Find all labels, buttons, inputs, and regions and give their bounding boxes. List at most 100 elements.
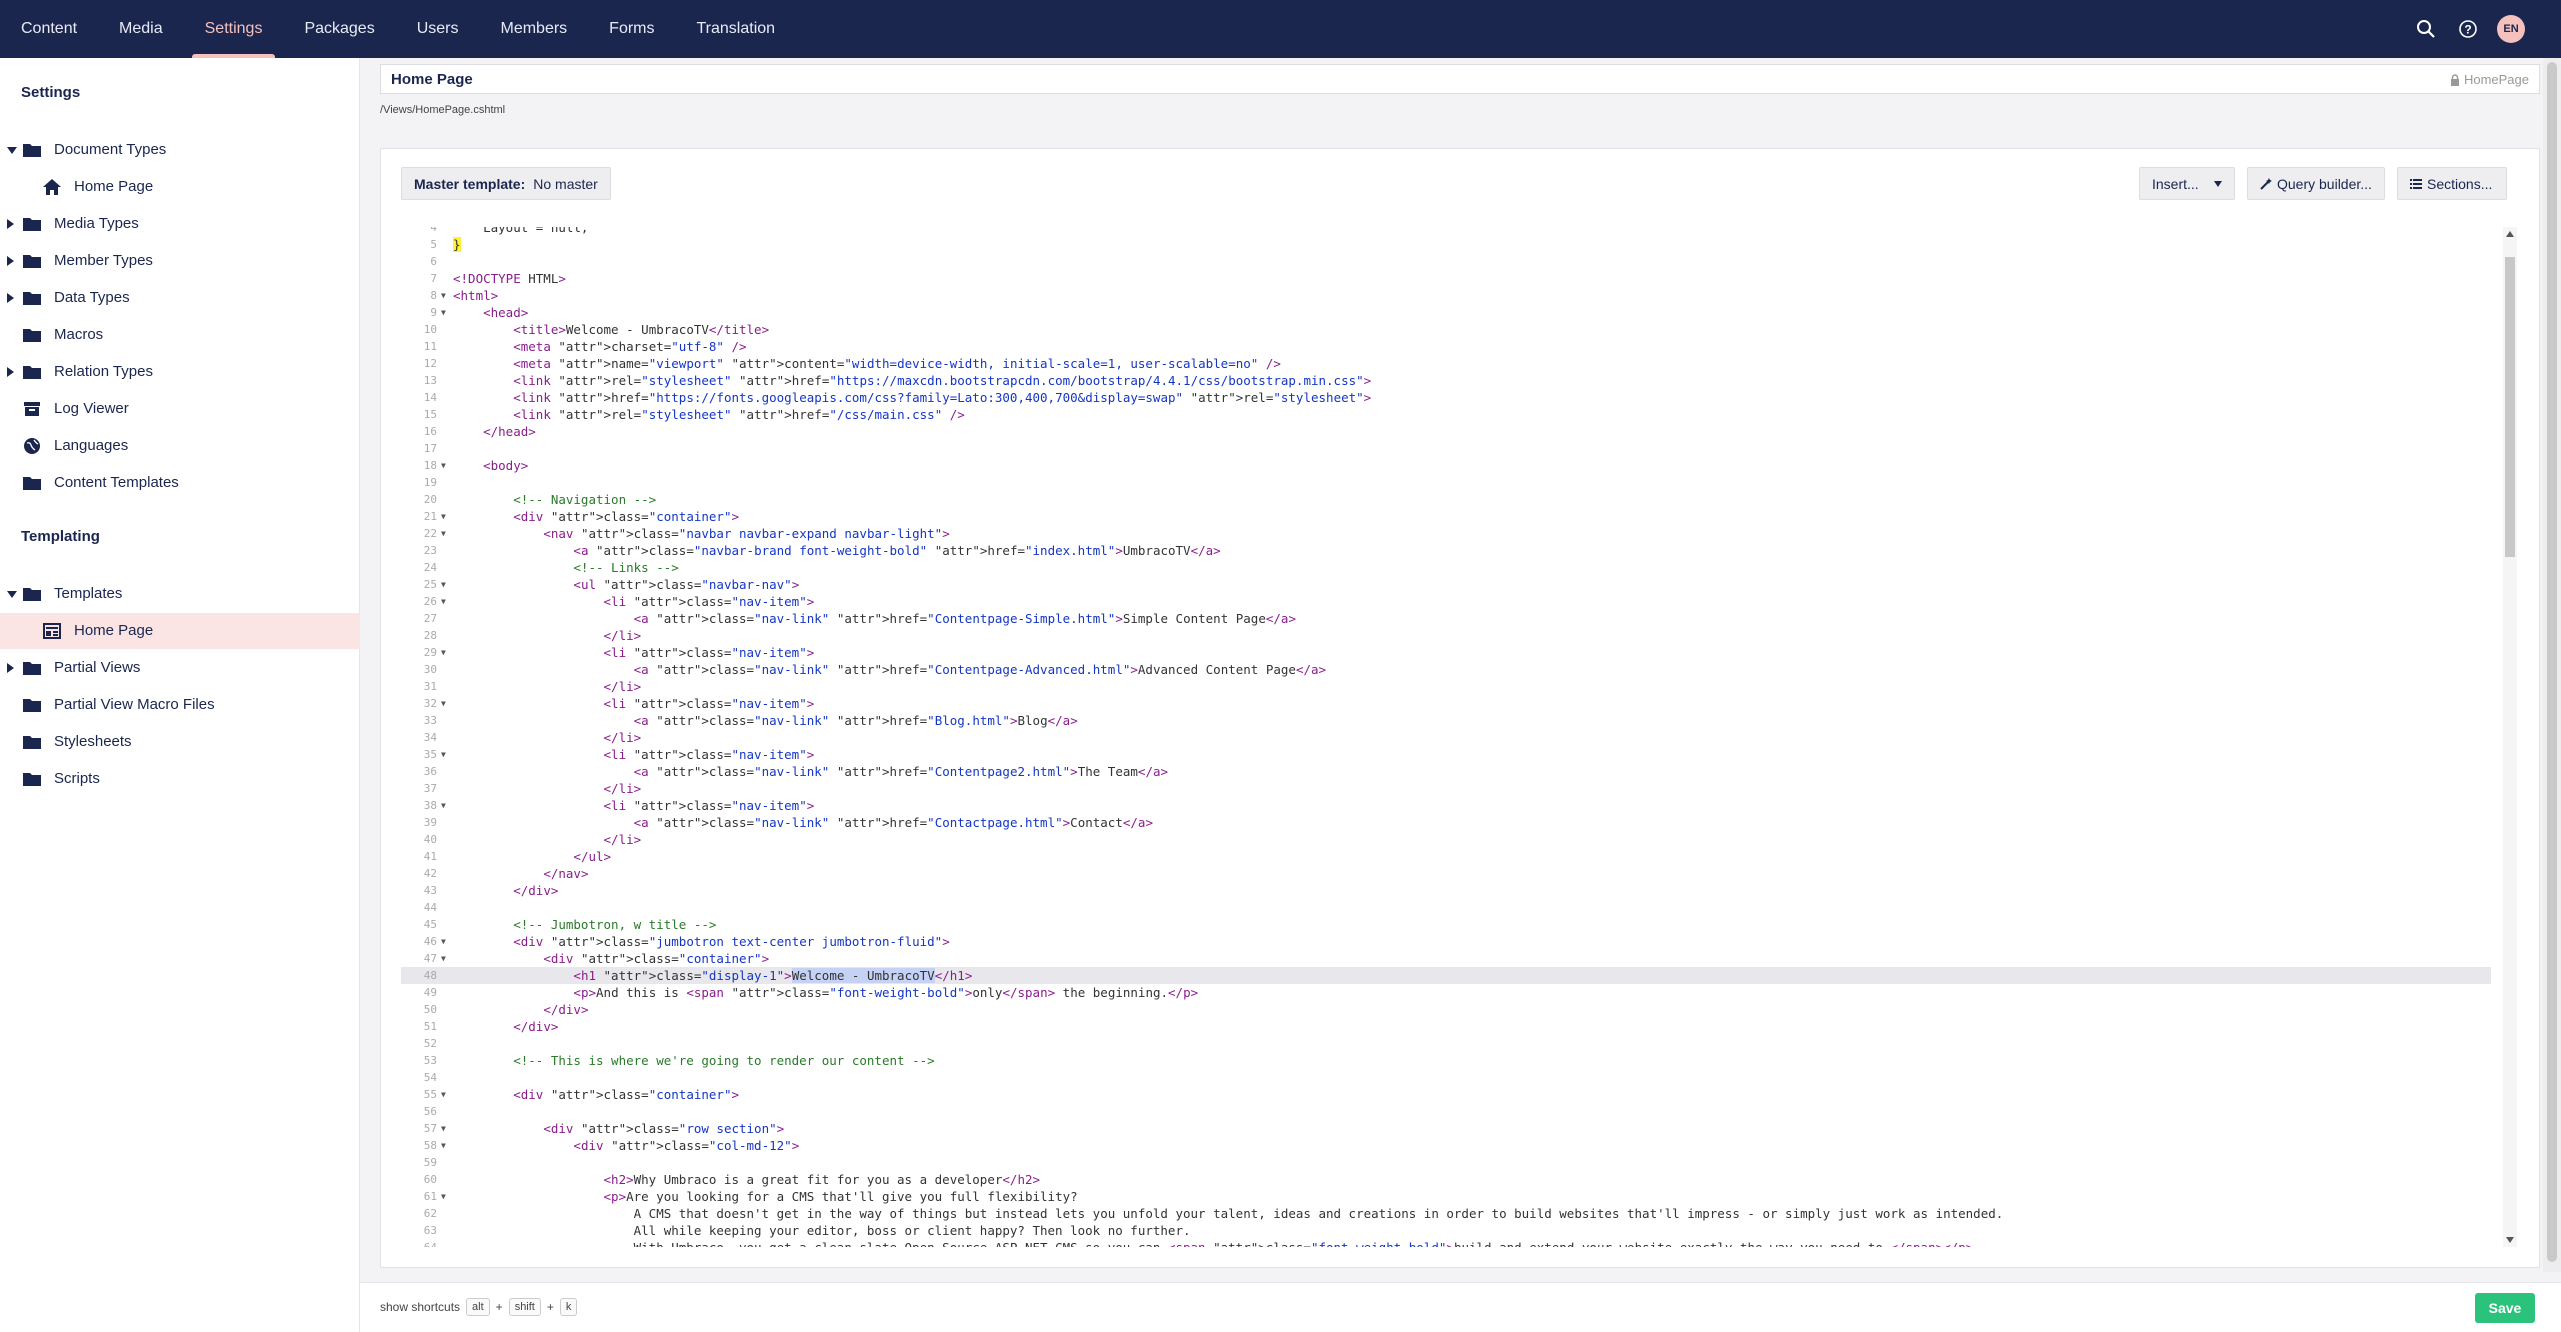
code-line[interactable]: 59 xyxy=(401,1154,2491,1171)
scroll-down-icon[interactable] xyxy=(2506,1237,2514,1243)
code-line[interactable]: 26 ▼ <li "attr">class="nav-item"> xyxy=(401,593,2491,610)
avatar[interactable]: EN xyxy=(2497,15,2525,43)
code-line[interactable]: 17 xyxy=(401,440,2491,457)
expand-caret-icon[interactable] xyxy=(7,219,14,229)
save-button[interactable]: Save xyxy=(2475,1293,2535,1323)
code-editor[interactable]: 64 With Umbraco, you get a clean slate O… xyxy=(401,227,2517,1247)
sidebar-item-templates[interactable]: Templates xyxy=(0,576,360,612)
expand-caret-icon[interactable] xyxy=(7,147,17,154)
code-line[interactable]: 10 <title>Welcome - UmbracoTV</title> xyxy=(401,321,2491,338)
insert-button[interactable]: Insert... xyxy=(2139,167,2235,200)
fold-toggle-icon[interactable]: ▼ xyxy=(441,1120,446,1137)
code-line[interactable]: 63 All while keeping your editor, boss o… xyxy=(401,1222,2491,1239)
code-line[interactable]: 40 </li> xyxy=(401,831,2491,848)
code-line[interactable]: 24 <!-- Links --> xyxy=(401,559,2491,576)
code-scrollbar-thumb[interactable] xyxy=(2505,257,2515,557)
code-line[interactable]: 46 ▼ <div "attr">class="jumbotron text-ce… xyxy=(401,933,2491,950)
master-template-button[interactable]: Master template: No master xyxy=(401,167,611,200)
code-line[interactable]: 31 </li> xyxy=(401,678,2491,695)
code-line[interactable]: 42 </nav> xyxy=(401,865,2491,882)
code-line[interactable]: 8 ▼ <html> xyxy=(401,287,2491,304)
code-line[interactable]: 38 ▼ <li "attr">class="nav-item"> xyxy=(401,797,2491,814)
code-line[interactable]: 23 <a "attr">class="navbar-brand font-we… xyxy=(401,542,2491,559)
code-line[interactable]: 64 With Umbraco, you get a clean slate O… xyxy=(401,1239,2491,1247)
sidebar-item-member-types[interactable]: Member Types xyxy=(0,243,360,279)
page-scrollbar-thumb[interactable] xyxy=(2547,62,2557,1262)
code-line[interactable]: 27 <a "attr">class="nav-link" "attr">hre… xyxy=(401,610,2491,627)
search-icon[interactable] xyxy=(2413,16,2439,42)
code-line[interactable]: 48 <h1 "attr">class="display-1">Welcome … xyxy=(401,967,2491,984)
code-line[interactable]: 39 <a "attr">class="nav-link" "attr">hre… xyxy=(401,814,2491,831)
code-scrollbar[interactable] xyxy=(2503,227,2517,1247)
sidebar-item-home-page-doctype[interactable]: Home Page xyxy=(0,169,360,205)
sidebar-item-scripts[interactable]: Scripts xyxy=(0,761,360,797)
code-line[interactable]: 20 <!-- Navigation --> xyxy=(401,491,2491,508)
code-line[interactable]: 57 ▼ <div "attr">class="row section"> xyxy=(401,1120,2491,1137)
code-line[interactable]: 15 <link "attr">rel="stylesheet" "attr">… xyxy=(401,406,2491,423)
fold-toggle-icon[interactable]: ▼ xyxy=(441,287,446,304)
fold-toggle-icon[interactable]: ▼ xyxy=(441,304,446,321)
sidebar-item-stylesheets[interactable]: Stylesheets xyxy=(0,724,360,760)
sidebar-item-macros[interactable]: Macros xyxy=(0,317,360,353)
code-line[interactable]: 12 <meta "attr">name="viewport" "attr">c… xyxy=(401,355,2491,372)
fold-toggle-icon[interactable]: ▼ xyxy=(441,576,446,593)
code-line[interactable]: 44 xyxy=(401,899,2491,916)
fold-toggle-icon[interactable]: ▼ xyxy=(441,508,446,525)
fold-toggle-icon[interactable]: ▼ xyxy=(441,1188,446,1205)
code-line[interactable]: 19 xyxy=(401,474,2491,491)
code-line[interactable]: 53 <!-- This is where we're going to ren… xyxy=(401,1052,2491,1069)
scroll-up-icon[interactable] xyxy=(2506,231,2514,237)
sidebar-item-home-page-template[interactable]: Home Page xyxy=(0,613,360,649)
code-line[interactable]: 49 <p>And this is <span "attr">class="fo… xyxy=(401,984,2491,1001)
code-line[interactable]: 29 ▼ <li "attr">class="nav-item"> xyxy=(401,644,2491,661)
nav-media[interactable]: Media xyxy=(98,0,184,58)
code-line[interactable]: 62 A CMS that doesn't get in the way of … xyxy=(401,1205,2491,1222)
code-line[interactable]: 14 <link "attr">href="https://fonts.goog… xyxy=(401,389,2491,406)
fold-toggle-icon[interactable]: ▼ xyxy=(441,1086,446,1103)
shortcuts-hint[interactable]: show shortcuts alt + shift + k xyxy=(380,1298,578,1316)
sidebar-item-log-viewer[interactable]: Log Viewer xyxy=(0,391,360,427)
expand-caret-icon[interactable] xyxy=(7,256,14,266)
code-line[interactable]: 37 </li> xyxy=(401,780,2491,797)
code-line[interactable]: 6 xyxy=(401,253,2491,270)
nav-forms[interactable]: Forms xyxy=(588,0,675,58)
code-line[interactable]: 13 <link "attr">rel="stylesheet" "attr">… xyxy=(401,372,2491,389)
sections-button[interactable]: Sections... xyxy=(2397,167,2507,200)
code-line[interactable]: 22 ▼ <nav "attr">class="navbar navbar-exp… xyxy=(401,525,2491,542)
code-line[interactable]: 47 ▼ <div "attr">class="container"> xyxy=(401,950,2491,967)
code-line[interactable]: 58 ▼ <div "attr">class="col-md-12"> xyxy=(401,1137,2491,1154)
code-line[interactable]: 54 xyxy=(401,1069,2491,1086)
expand-caret-icon[interactable] xyxy=(7,367,14,377)
sidebar-item-content-templates[interactable]: Content Templates xyxy=(0,465,360,501)
code-line[interactable]: 41 </ul> xyxy=(401,848,2491,865)
expand-caret-icon[interactable] xyxy=(7,663,14,673)
fold-toggle-icon[interactable]: ▼ xyxy=(441,644,446,661)
alias-field[interactable]: HomePage xyxy=(2450,72,2529,87)
code-line[interactable]: 35 ▼ <li "attr">class="nav-item"> xyxy=(401,746,2491,763)
page-scrollbar[interactable] xyxy=(2543,58,2561,1272)
query-builder-button[interactable]: Query builder... xyxy=(2247,167,2385,200)
code-line[interactable]: 51 </div> xyxy=(401,1018,2491,1035)
nav-members[interactable]: Members xyxy=(479,0,588,58)
sidebar-item-partial-views[interactable]: Partial Views xyxy=(0,650,360,686)
nav-packages[interactable]: Packages xyxy=(283,0,395,58)
code-line[interactable]: 52 xyxy=(401,1035,2491,1052)
sidebar-item-languages[interactable]: Languages xyxy=(0,428,360,464)
code-line[interactable]: 45 <!-- Jumbotron, w title --> xyxy=(401,916,2491,933)
nav-settings[interactable]: Settings xyxy=(184,0,284,58)
help-icon[interactable]: ? xyxy=(2455,16,2481,42)
fold-toggle-icon[interactable]: ▼ xyxy=(441,457,446,474)
fold-toggle-icon[interactable]: ▼ xyxy=(441,933,446,950)
code-line[interactable]: 16 </head> xyxy=(401,423,2491,440)
code-line[interactable]: 28 </li> xyxy=(401,627,2491,644)
expand-caret-icon[interactable] xyxy=(7,591,17,598)
sidebar-item-media-types[interactable]: Media Types xyxy=(0,206,360,242)
sidebar-item-document-types[interactable]: Document Types xyxy=(0,132,360,168)
code-line[interactable]: 34 </li> xyxy=(401,729,2491,746)
fold-toggle-icon[interactable]: ▼ xyxy=(441,1137,446,1154)
code-line[interactable]: 36 <a "attr">class="nav-link" "attr">hre… xyxy=(401,763,2491,780)
code-line[interactable]: 18 ▼ <body> xyxy=(401,457,2491,474)
code-line[interactable]: 43 </div> xyxy=(401,882,2491,899)
fold-toggle-icon[interactable]: ▼ xyxy=(441,695,446,712)
expand-caret-icon[interactable] xyxy=(7,293,14,303)
